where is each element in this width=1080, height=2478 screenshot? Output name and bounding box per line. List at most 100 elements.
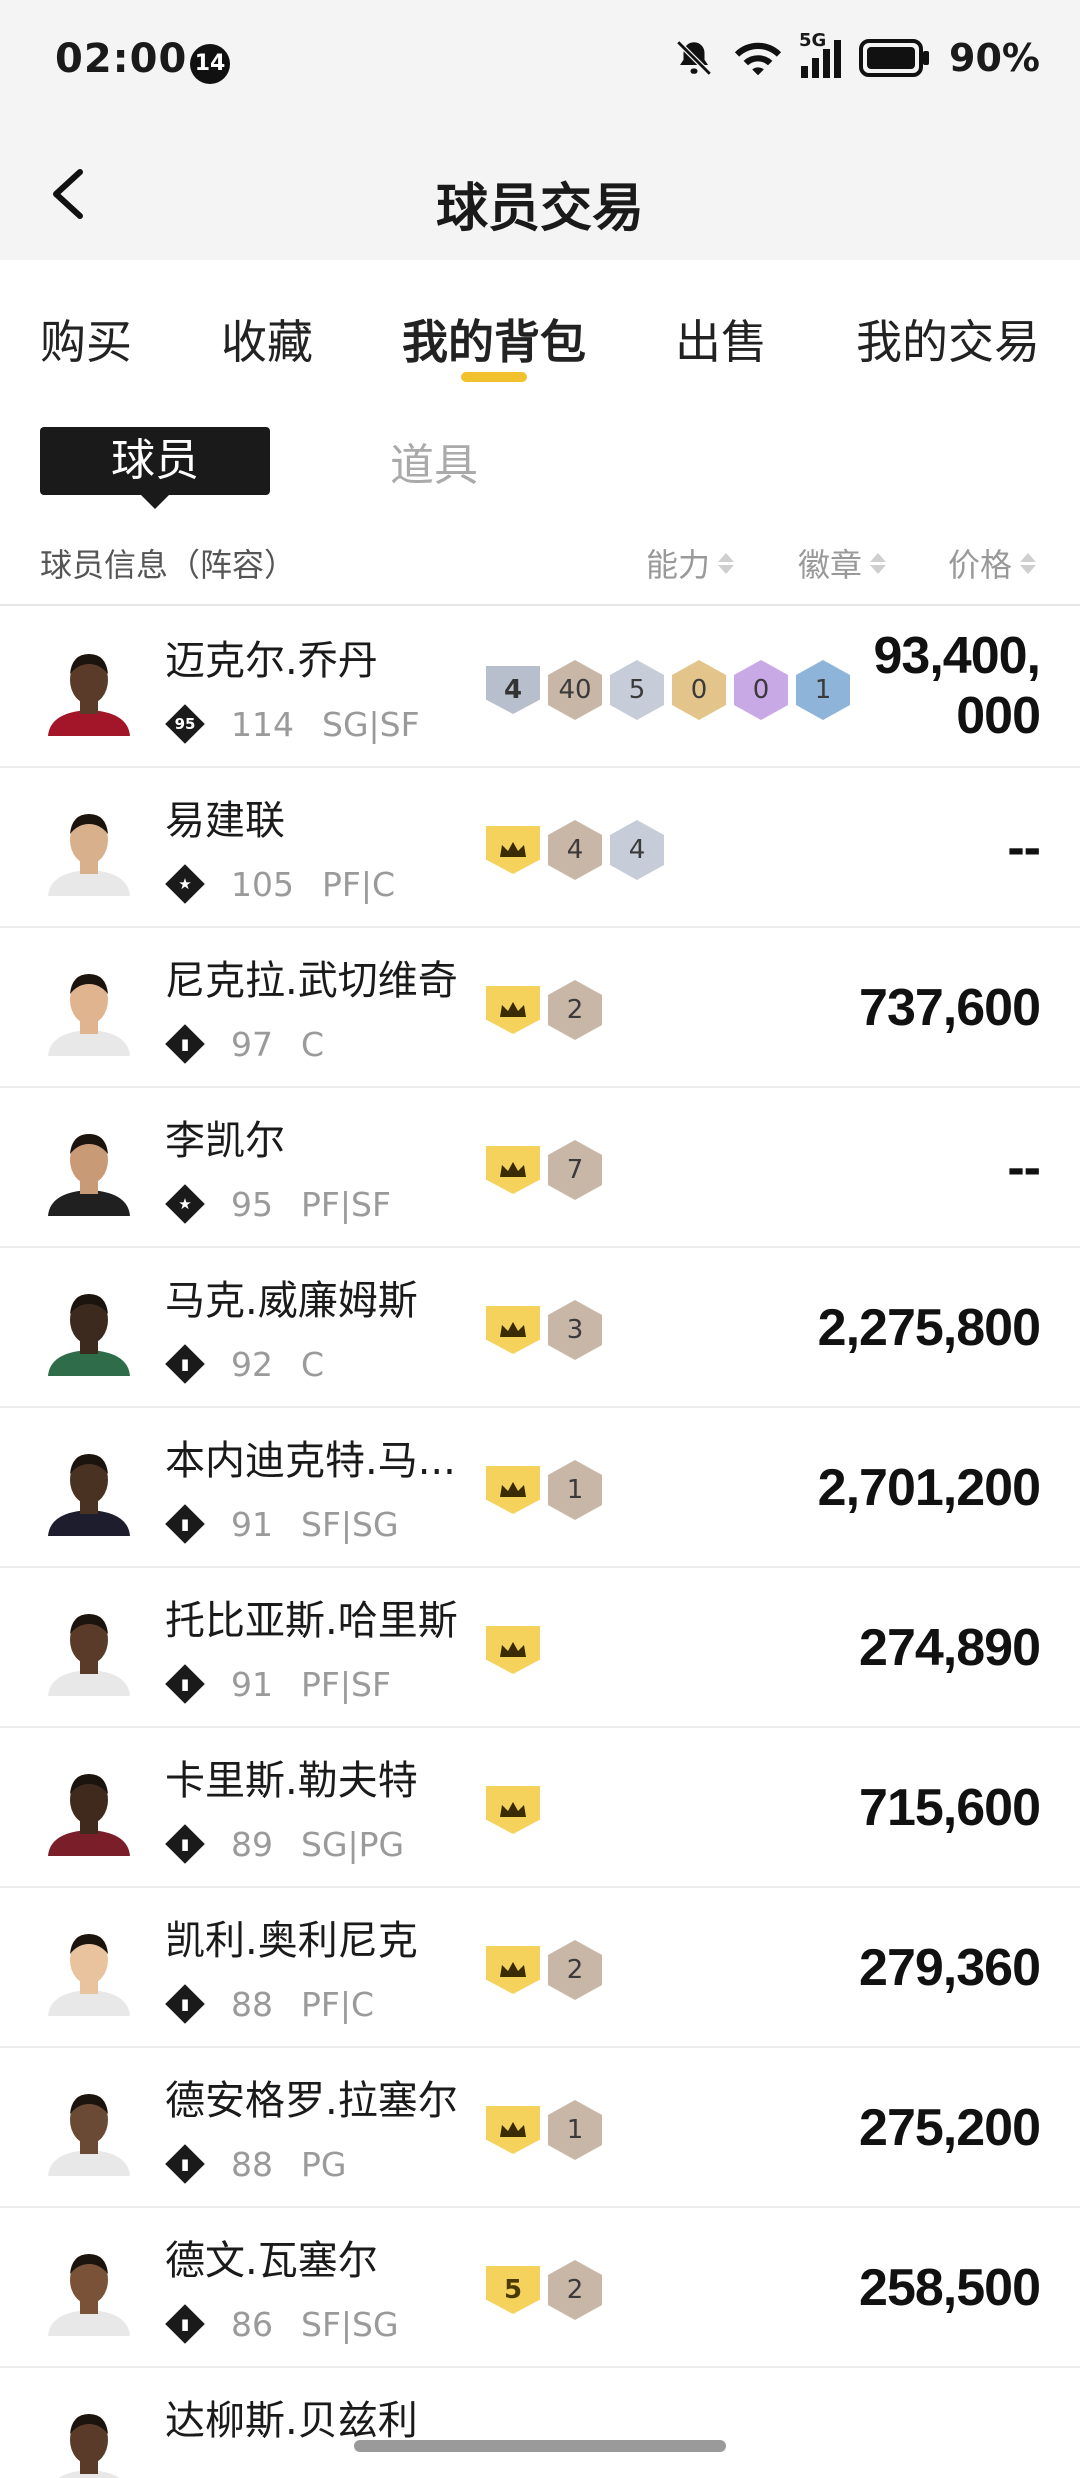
battery-percent: 90% [949,36,1040,80]
tab-my-trades[interactable]: 我的交易 [856,260,1040,390]
player-rating: 97 [231,1024,273,1064]
table-row[interactable]: 托比亚斯.哈里斯 ▮ 91 PF|SF 274,890 [0,1568,1080,1728]
subtab-items[interactable]: 道具 [390,429,478,493]
header-ability-sort[interactable]: 能力 [646,540,735,586]
player-price: 2,701,200 [817,1459,1041,1517]
wifi-icon [734,42,782,76]
header-badge-label: 徽章 [798,546,863,584]
player-price: 275,200 [859,2099,1041,2157]
player-rating: 91 [231,1664,273,1704]
sort-icon [718,552,735,574]
badge-count-hex: 2 [548,980,602,1040]
player-rating: 95 [231,1184,273,1224]
player-avatar [40,1278,138,1376]
table-row[interactable]: 凯利.奥利尼克 ▮ 88 PF|C 2 279,360 [0,1888,1080,2048]
table-row[interactable]: 德文.瓦塞尔 ▮ 86 SF|SG 5 2 258,500 [0,2208,1080,2368]
sub-tabs: 球员 道具 [40,427,478,495]
player-avatar [40,2078,138,2176]
player-avatar [40,798,138,896]
table-row[interactable]: 卡里斯.勒夫特 ▮ 89 SG|PG 715,600 [0,1728,1080,1888]
header-badge-sort[interactable]: 徽章 [798,540,887,586]
signal-rank-icon: ▮ [165,2304,205,2344]
table-row[interactable]: 达柳斯.贝兹利 [0,2368,1080,2478]
player-price: 274,890 [859,1619,1041,1677]
signal-rank-icon: ▮ [165,1024,205,1064]
table-row[interactable]: 马克.威廉姆斯 ▮ 92 C 3 2,275,800 [0,1248,1080,1408]
player-position: SF|SG [301,1504,399,1544]
crown-badge-icon [486,1786,540,1834]
player-avatar [40,1758,138,1856]
signal-rank-icon: ▮ [165,1344,205,1384]
badge-group: 7 [486,1140,602,1200]
status-icons: 5G 90% [673,30,1040,80]
nav-bar: 球员交易 [0,130,1080,260]
player-name: 迈克尔.乔丹 [165,638,378,684]
crown-badge-icon [486,2106,540,2154]
player-position: SG|SF [322,704,420,744]
signal-rank-icon: ▮ [165,1504,205,1544]
badge-count-hex: 4 [610,820,664,880]
player-rating: 89 [231,1824,273,1864]
player-position: SF|SG [301,2304,399,2344]
badge-group: 4 40 5 0 0 1 [486,660,850,720]
crown-badge-icon [486,1946,540,1994]
tab-my-bag[interactable]: 我的背包 [402,260,586,390]
notification-count-badge: 14 [190,44,230,84]
signal-rank-icon: ▮ [165,1984,205,2024]
player-meta: ▮ 91 PF|SF [165,1664,391,1704]
badge-count-hex: 7 [548,1140,602,1200]
player-name: 德安格罗.拉塞尔 [165,2078,458,2124]
player-meta: ▮ 88 PF|C [165,1984,374,2024]
header-price-sort[interactable]: 价格 [948,540,1037,586]
player-avatar [40,1598,138,1696]
table-row[interactable]: 德安格罗.拉塞尔 ▮ 88 PG 1 275,200 [0,2048,1080,2208]
battery-icon [859,39,930,77]
table-row[interactable]: 易建联 ★ 105 PF|C 4 4 -- [0,768,1080,928]
crown-badge-icon [486,1626,540,1674]
table-row[interactable]: 本内迪克特.马... ▮ 91 SF|SG 1 2,701,200 [0,1408,1080,1568]
signal-rank-icon: ▮ [165,2144,205,2184]
crown-badge-icon [486,986,540,1034]
home-indicator[interactable] [354,2440,726,2452]
header-price-label: 价格 [948,546,1013,584]
player-meta: ★ 95 PF|SF [165,1184,391,1224]
player-rating: 88 [231,1984,273,2024]
table-row[interactable]: 李凯尔 ★ 95 PF|SF 7 -- [0,1088,1080,1248]
player-position: PF|SF [301,1664,391,1704]
header-ability-label: 能力 [646,546,711,584]
status-bar: 02:00 14 5G 90% [0,0,1080,130]
tab-buy[interactable]: 购买 [40,260,132,390]
tab-favorites[interactable]: 收藏 [221,260,313,390]
tab-sell[interactable]: 出售 [675,260,767,390]
player-name: 尼克拉.武切维奇 [165,958,458,1004]
player-avatar [40,2238,138,2336]
player-avatar [40,1118,138,1216]
player-meta: ▮ 91 SF|SG [165,1504,399,1544]
page-title: 球员交易 [435,179,644,239]
subtab-players[interactable]: 球员 [40,427,270,495]
badge-count-hex: 4 [548,820,602,880]
player-avatar [40,2398,138,2478]
badge-group: 3 [486,1300,602,1360]
player-rating: 92 [231,1344,273,1384]
signal-rank-icon: ▮ [165,1664,205,1704]
badge-count-hex: 1 [548,2100,602,2160]
level-rank-icon: 95 [165,704,205,744]
player-position: C [301,1344,325,1384]
player-price: 93,400,000 [873,627,1042,745]
badge-group: 1 [486,2100,602,2160]
table-row[interactable]: 迈克尔.乔丹 95 114 SG|SF 4 40 5 0 0 1 93,400,000 [0,608,1080,768]
badge-count-hex: 5 [610,660,664,720]
level-badge: 5 [486,2266,540,2314]
signal-rank-icon: ▮ [165,1824,205,1864]
player-avatar [40,638,138,736]
crown-badge-icon [486,826,540,874]
player-position: PF|C [322,864,396,904]
player-name: 马克.威廉姆斯 [165,1278,418,1324]
table-row[interactable]: 尼克拉.武切维奇 ▮ 97 C 2 737,600 [0,928,1080,1088]
badge-count-hex: 1 [548,1460,602,1520]
badge-count-hex: 3 [548,1300,602,1360]
badge-group: 44 [486,820,664,880]
mute-bell-icon [676,40,712,76]
player-meta: ▮ 97 C [165,1024,324,1064]
